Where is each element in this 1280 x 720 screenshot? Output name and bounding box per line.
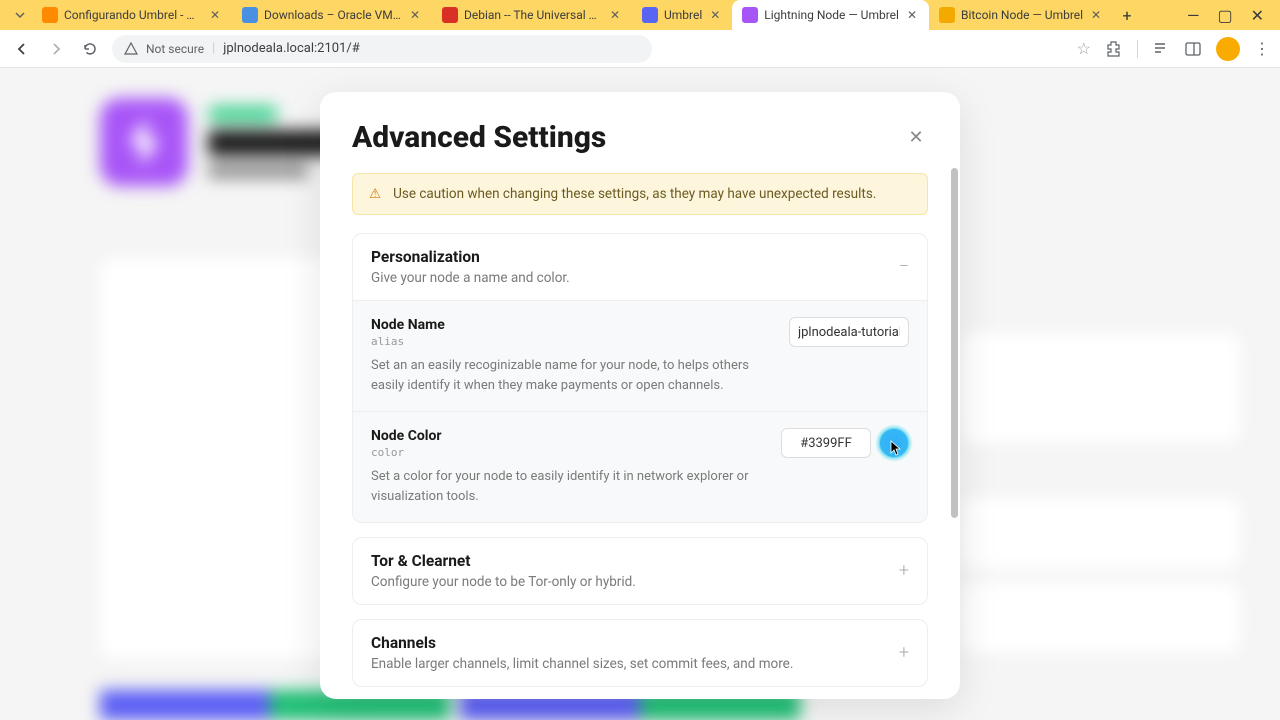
tab-title: Debian -- The Universal Ope [464, 8, 602, 22]
tab-bitcoin-node[interactable]: Bitcoin Node — Umbrel ✕ [929, 0, 1113, 30]
close-icon[interactable]: ✕ [608, 8, 622, 22]
field-code: color [371, 446, 765, 459]
section-tor-clearnet: Tor & Clearnet Configure your node to be… [352, 537, 928, 605]
close-icon[interactable]: ✕ [905, 8, 919, 22]
tab-configurando[interactable]: Configurando Umbrel - Nod ✕ [32, 0, 232, 30]
tab-title: Configurando Umbrel - Nod [64, 8, 202, 22]
node-color-input[interactable] [781, 428, 871, 458]
advanced-settings-modal: Advanced Settings ✕ ⚠ Use caution when c… [320, 92, 960, 699]
arrow-right-icon [48, 41, 64, 57]
browser-toolbar: Not secure | jplnodeala.local:2101/# ☆ ⋮ [0, 30, 1280, 68]
side-panel-icon[interactable] [1184, 40, 1202, 58]
forward-button[interactable] [44, 37, 68, 61]
modal-close-button[interactable]: ✕ [904, 126, 928, 150]
not-secure-icon [124, 42, 138, 56]
url-text: jplnodeala.local:2101/# [223, 41, 359, 56]
favicon-icon [642, 7, 658, 23]
field-label: Node Name [371, 317, 773, 333]
tab-virtualbox[interactable]: Downloads – Oracle VM Virt ✕ [232, 0, 432, 30]
scrollbar-thumb[interactable] [951, 168, 958, 518]
favicon-icon [742, 7, 758, 23]
extensions-icon[interactable] [1105, 40, 1123, 58]
tab-title: Umbrel [664, 8, 702, 22]
favicon-icon [939, 7, 955, 23]
node-name-input[interactable] [789, 317, 909, 347]
tab-lightning-node[interactable]: Lightning Node — Umbrel ✕ [732, 0, 929, 30]
chevron-down-icon [14, 9, 26, 21]
arrow-left-icon [14, 41, 30, 57]
section-header-personalization[interactable]: Personalization Give your node a name an… [353, 234, 927, 300]
modal-body: ⚠ Use caution when changing these settin… [320, 173, 960, 699]
section-desc: Configure your node to be Tor-only or hy… [371, 574, 899, 590]
field-desc: Set a color for your node to easily iden… [371, 467, 765, 506]
field-node-color: Node Color color Set a color for your no… [353, 411, 927, 522]
favicon-icon [442, 7, 458, 23]
window-controls: — ▢ ✕ [1187, 6, 1272, 25]
collapse-toggle[interactable]: − [899, 248, 909, 276]
warning-banner: ⚠ Use caution when changing these settin… [352, 173, 928, 215]
warning-icon: ⚠ [369, 186, 381, 202]
section-header-tor[interactable]: Tor & Clearnet Configure your node to be… [353, 538, 927, 604]
close-icon[interactable]: ✕ [708, 8, 722, 22]
kebab-menu-icon[interactable]: ⋮ [1254, 39, 1270, 58]
section-desc: Enable larger channels, limit channel si… [371, 656, 899, 672]
address-bar[interactable]: Not secure | jplnodeala.local:2101/# [112, 35, 652, 63]
tab-debian[interactable]: Debian -- The Universal Ope ✕ [432, 0, 632, 30]
profile-avatar[interactable] [1216, 37, 1240, 61]
modal-header: Advanced Settings ✕ [320, 92, 960, 173]
minimize-icon[interactable]: — [1187, 6, 1200, 25]
favicon-icon [42, 7, 58, 23]
maximize-icon[interactable]: ▢ [1217, 6, 1232, 25]
close-window-icon[interactable]: ✕ [1251, 6, 1264, 25]
tab-umbrel[interactable]: Umbrel ✕ [632, 0, 732, 30]
back-button[interactable] [10, 37, 34, 61]
tab-title: Lightning Node — Umbrel [764, 8, 899, 22]
section-title: Tor & Clearnet [371, 552, 899, 570]
modal-title: Advanced Settings [352, 120, 904, 155]
tab-title: Downloads – Oracle VM Virt [264, 8, 402, 22]
expand-toggle[interactable]: + [899, 552, 909, 580]
security-label: Not secure [146, 42, 204, 56]
section-title: Channels [371, 634, 899, 652]
reload-button[interactable] [78, 37, 102, 61]
color-swatch-button[interactable] [879, 428, 909, 458]
tab-title: Bitcoin Node — Umbrel [961, 8, 1083, 22]
tab-strip: Configurando Umbrel - Nod ✕ Downloads – … [0, 0, 1280, 30]
close-icon[interactable]: ✕ [208, 8, 222, 22]
close-icon[interactable]: ✕ [1089, 8, 1103, 22]
field-node-name: Node Name alias Set an an easily recogin… [353, 300, 927, 411]
reload-icon [82, 41, 98, 57]
warning-text: Use caution when changing these settings… [393, 186, 876, 202]
field-code: alias [371, 335, 773, 348]
section-channels: Channels Enable larger channels, limit c… [352, 619, 928, 687]
star-icon[interactable]: ☆ [1077, 39, 1091, 58]
section-desc: Give your node a name and color. [371, 270, 899, 286]
section-personalization: Personalization Give your node a name an… [352, 233, 928, 523]
expand-toggle[interactable]: + [899, 634, 909, 662]
section-body-personalization: Node Name alias Set an an easily recogin… [353, 300, 927, 522]
section-title: Personalization [371, 248, 899, 266]
reading-list-icon[interactable] [1152, 40, 1170, 58]
new-tab-button[interactable]: + [1113, 6, 1141, 25]
field-label: Node Color [371, 428, 765, 444]
favicon-icon [242, 7, 258, 23]
section-header-channels[interactable]: Channels Enable larger channels, limit c… [353, 620, 927, 686]
field-desc: Set an an easily recoginizable name for … [371, 356, 773, 395]
tab-list-dropdown[interactable] [8, 5, 32, 25]
close-icon[interactable]: ✕ [408, 8, 422, 22]
divider [1137, 40, 1138, 58]
